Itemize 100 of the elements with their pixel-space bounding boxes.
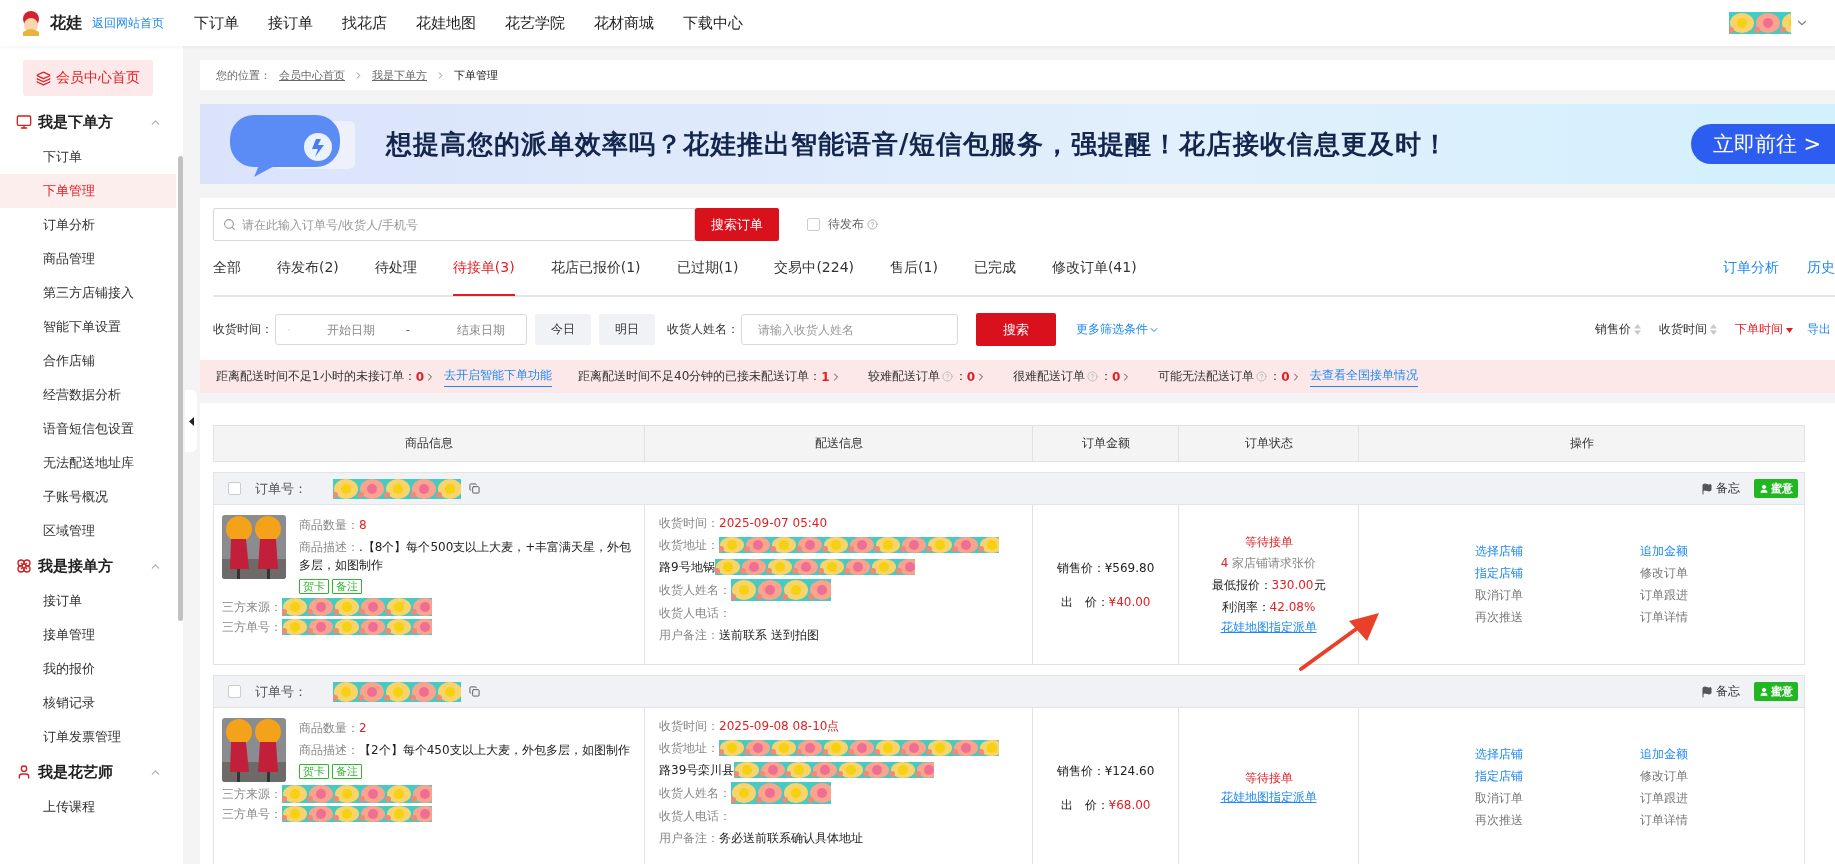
action-link[interactable]: 追加金额 [1639,543,1688,560]
sidebar-item[interactable]: 经营数据分析 [0,378,176,412]
tab[interactable]: 全部 [213,240,241,296]
action-link[interactable]: 订单详情 [1639,812,1688,829]
sidebar-item[interactable]: 区域管理 [0,514,176,548]
sidebar-item[interactable]: 下订单 [0,140,176,174]
tab[interactable]: 修改订单(41) [1051,240,1137,296]
checkbox[interactable] [807,218,820,231]
breadcrumb-link[interactable]: 会员中心首页 [279,67,345,83]
action-link[interactable]: 修改订单 [1639,565,1688,582]
field-label: 三方单号： [222,619,282,636]
tab[interactable]: 已过期(1) [676,240,739,296]
sidebar-item[interactable]: 核销记录 [0,686,176,720]
breadcrumb-link[interactable]: 下单管理 [454,67,498,83]
action-link[interactable]: 选择店铺 [1475,543,1524,560]
action-link[interactable]: 订单详情 [1639,609,1688,626]
sidebar-group-header[interactable]: 我是接单方 [0,548,174,584]
name-field[interactable]: 请输入收货人姓名 [741,314,958,345]
tab[interactable]: 交易中(224) [774,240,855,296]
profit-rate: 42.08% [1269,598,1316,616]
sidebar-item[interactable]: 智能下单设置 [0,310,176,344]
address-text: 路9号地锅 [659,559,715,576]
sort-option[interactable]: 下单时间 [1735,321,1793,338]
action-link[interactable]: 追加金额 [1639,746,1688,763]
sidebar-group-header[interactable]: 我是花艺师 [0,754,174,790]
sidebar-item[interactable]: 子账号概况 [0,480,176,514]
scrollbar[interactable] [178,156,183,621]
tab[interactable]: 待发布(2) [277,240,339,296]
memo-button[interactable]: 备忘 [1701,683,1740,700]
action-link[interactable]: 修改订单 [1639,768,1688,785]
memo-button[interactable]: 备忘 [1701,480,1740,497]
action-link[interactable]: 选择店铺 [1475,746,1524,763]
nav-link[interactable]: 下订单 [194,13,239,33]
sidebar-item[interactable]: 接订单 [0,584,176,618]
sort-icon [1634,324,1641,335]
nav-link[interactable]: 花材商城 [594,13,654,33]
search-icon [223,218,236,231]
order-no-label: 订单号： [255,479,307,498]
tab[interactable]: 待处理 [374,240,417,296]
sidebar-item[interactable]: 无法配送地址库 [0,446,176,480]
sidebar-item[interactable]: 商品管理 [0,242,176,276]
checkbox[interactable] [228,482,241,495]
sidebar-item[interactable]: 我的报价 [0,652,176,686]
action-link[interactable]: 取消订单 [1475,587,1524,604]
nav-link[interactable]: 花娃地图 [416,13,476,33]
alert-label: 较难配送订单 [867,368,940,385]
search-field[interactable]: 请在此输入订单号/收货人/手机号 [213,208,695,241]
help-icon[interactable] [1256,371,1268,382]
checkbox[interactable] [228,685,241,698]
sidebar-item[interactable]: 接单管理 [0,618,176,652]
search-button[interactable]: 搜索 [976,313,1056,346]
tab[interactable]: 已完成 [973,240,1016,296]
help-icon[interactable] [941,371,953,382]
sidebar-group-header[interactable]: 我是下单方 [0,104,174,140]
promo-banner[interactable]: 想提高您的派单效率吗？花娃推出智能语音/短信包服务，强提醒！花店接收信息更及时！ 立即前往 > [200,104,1835,184]
sidebar-item[interactable]: 语音短信包设置 [0,412,176,446]
go-now-button[interactable]: 立即前往 > [1690,124,1835,164]
map-dispatch-link[interactable]: 花娃地图指定派单 [1220,618,1317,636]
quick-date-button[interactable]: 明日 [599,314,655,345]
nav-link[interactable]: 找花店 [342,13,387,33]
sort-option[interactable]: 销售价 [1595,321,1641,338]
tab-link[interactable]: 订单分析 [1723,259,1779,277]
action-link[interactable]: 再次推送 [1475,812,1524,829]
more-filters-link[interactable]: 更多筛选条件 [1076,321,1160,338]
map-dispatch-link[interactable]: 花娃地图指定派单 [1220,788,1317,806]
nav-link[interactable]: 花艺学院 [505,13,565,33]
tab[interactable]: 售后(1) [890,240,938,296]
action-link[interactable]: 订单跟进 [1639,587,1688,604]
sidebar-item[interactable]: 合作店铺 [0,344,176,378]
action-link[interactable]: 指定店铺 [1475,768,1524,785]
action-link[interactable]: 订单跟进 [1639,790,1688,807]
copy-icon[interactable] [469,686,480,697]
tab[interactable]: 待接单(3) [452,240,515,296]
copy-icon[interactable] [469,483,480,494]
help-icon[interactable] [867,219,878,230]
breadcrumb-link[interactable]: 我是下单方 [372,67,427,83]
sort-option[interactable]: 收货时间 [1659,321,1717,338]
date-range-field[interactable]: 开始日期 - 结束日期 [275,314,527,345]
collapse-handle[interactable] [185,390,197,452]
export-link[interactable]: 导出 [1807,321,1831,338]
sidebar-item[interactable]: 订单发票管理 [0,720,176,754]
help-icon[interactable] [1087,371,1098,382]
sidebar-item[interactable]: 第三方店铺接入 [0,276,176,310]
quick-date-button[interactable]: 今日 [535,314,591,345]
member-home-button[interactable]: 会员中心首页 [23,60,153,96]
sidebar-item[interactable]: 上传课程 [0,790,176,824]
action-link[interactable]: 指定店铺 [1475,565,1524,582]
action-link[interactable]: 再次推送 [1475,609,1524,626]
nav-link[interactable]: 接订单 [268,13,313,33]
caret-icon [188,416,194,426]
action-link[interactable]: 取消订单 [1475,790,1524,807]
sidebar-item[interactable]: 下单管理 [0,174,176,208]
tab[interactable]: 花店已报价(1) [550,240,641,296]
tab-link[interactable]: 历史 [1807,259,1835,277]
search-order-button[interactable]: 搜索订单 [695,208,779,241]
quantity-value: 8 [359,517,367,534]
back-home-link[interactable]: 返回网站首页 [92,14,164,32]
nav-link[interactable]: 下载中心 [683,13,743,33]
sidebar-item[interactable]: 订单分析 [0,208,176,242]
sale-price: ¥569.80 [1104,559,1155,577]
